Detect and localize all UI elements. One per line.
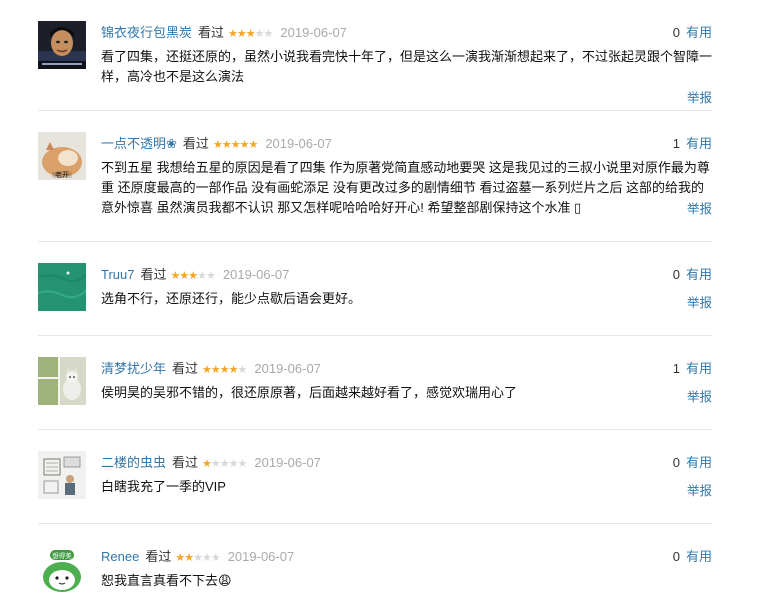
useful-button[interactable]: 有用 (686, 549, 712, 564)
star-icon: ★ (193, 551, 203, 564)
vote-count: 1 (672, 136, 680, 151)
man-portrait-avatar-icon[interactable] (38, 21, 86, 69)
star-icon: ★ (237, 457, 248, 470)
comment-item: Truu7 看过 ★★★★★ 2019-06-07 0 有用 选角不行，还原还行，能少点… (38, 242, 712, 336)
vote-area: 1 有用 (673, 135, 712, 153)
report-link[interactable]: 举报 (687, 484, 712, 498)
comment-item: 二楼的虫虫 看过 ★★★★★ 2019-06-07 0 有用 白瞎我充了一季的VIP 举… (38, 430, 712, 524)
comment-username[interactable]: 锦衣夜行包黑炭 (101, 25, 192, 40)
comment-date: 2019-06-07 (265, 136, 332, 151)
star-icon: ★ (230, 138, 241, 151)
flower-icon: ❀ (166, 136, 177, 151)
watch-status: 看过 (145, 549, 172, 564)
avatar-caption: 老开 (55, 170, 69, 179)
star-icon: ★ (202, 363, 212, 376)
comment-username[interactable]: 清梦扰少年 (101, 361, 166, 376)
rating-stars: ★★★★★ (175, 549, 221, 567)
vote-count: 1 (672, 361, 680, 376)
comment-item: 锦衣夜行包黑炭 看过 ★★★★★ 2019-06-07 0 有用 看了四集，还挺还原的，… (38, 0, 712, 111)
comment-text: 侯明昊的吴邪不错的，很还原原著，后面越来越好看了，感觉欢瑞用心了 (101, 385, 518, 400)
star-icon: ★ (237, 363, 248, 376)
star-icon: ★ (212, 138, 223, 151)
star-icon: ★ (202, 457, 212, 470)
watch-status: 看过 (182, 136, 209, 151)
comment-date: 2019-06-07 (227, 549, 295, 564)
rating-stars: ★★★★★ (202, 455, 248, 473)
rating-stars: ★★★★★ (228, 25, 274, 43)
star-icon: ★ (210, 363, 221, 376)
useful-button[interactable]: 有用 (686, 455, 712, 470)
star-icon: ★ (219, 457, 230, 470)
cat-avatar-icon[interactable]: 老开 (38, 132, 86, 180)
comment-date: 2019-06-07 (280, 25, 347, 40)
sketch-avatar-icon[interactable] (38, 451, 86, 499)
comment-item: 老开 一点不透明❀ 看过 ★★★★★ 2019-06-07 1 有用 不到五星 我想给五… (38, 111, 712, 242)
useful-button[interactable]: 有用 (686, 25, 712, 40)
star-icon: ★ (188, 269, 198, 282)
green-water-avatar-icon[interactable] (38, 263, 86, 311)
report-link[interactable]: 举报 (687, 91, 712, 105)
comment-date: 2019-06-07 (254, 361, 321, 376)
comment-date: 2019-06-07 (254, 455, 321, 470)
rating-stars: ★★★★★ (212, 136, 258, 154)
star-icon: ★ (254, 27, 265, 40)
star-icon: ★ (236, 27, 247, 40)
vote-count: 0 (672, 549, 680, 564)
star-icon: ★ (228, 457, 239, 470)
star-icon: ★ (228, 363, 239, 376)
avatar-caption: 想得美 (52, 551, 72, 560)
star-icon: ★ (197, 269, 207, 282)
report-link[interactable]: 举报 (687, 202, 712, 216)
star-icon: ★ (221, 138, 232, 151)
star-icon: ★ (248, 138, 258, 151)
vote-area: 0 有用 (673, 454, 712, 472)
watch-status: 看过 (140, 267, 167, 282)
rating-stars: ★★★★★ (202, 361, 248, 379)
watch-status: 看过 (172, 455, 199, 470)
comment-text: 白瞎我充了一季的VIP (101, 479, 226, 494)
window-cat-avatar-icon[interactable] (38, 357, 86, 405)
comment-text: 看了四集，还挺还原的，虽然小说我看完快十年了，但是这么一演我渐渐想起来了，不过张… (101, 49, 713, 84)
star-icon: ★ (175, 551, 185, 564)
vote-count: 0 (672, 25, 680, 40)
star-icon: ★ (245, 27, 256, 40)
comment-text: 不到五星 我想给五星的原因是看了四集 作为原著党简直感动地要哭 这是我见过的三叔… (101, 160, 710, 215)
comment-text: 选角不行，还原还行，能少点歇后语会更好。 (101, 291, 362, 306)
vote-area: 0 有用 (673, 266, 712, 284)
comment-list: 锦衣夜行包黑炭 看过 ★★★★★ 2019-06-07 0 有用 看了四集，还挺还原的，… (38, 0, 712, 604)
star-icon: ★ (179, 269, 189, 282)
comment-date: 2019-06-07 (222, 267, 290, 282)
vote-count: 0 (672, 267, 680, 282)
star-icon: ★ (263, 27, 274, 40)
comment-username[interactable]: Truu7 (101, 267, 134, 282)
star-icon: ★ (206, 269, 216, 282)
comment-username[interactable]: 二楼的虫虫 (101, 455, 166, 470)
vote-area: 1 有用 (673, 360, 712, 378)
vote-count: 0 (672, 455, 680, 470)
star-icon: ★ (210, 457, 221, 470)
vote-area: 0 有用 (673, 24, 712, 42)
star-icon: ★ (184, 551, 194, 564)
comment-item: 想得美 Renee 看过 ★★★★★ 2019-06-07 0 有用 恕我直言真看不下去… (38, 524, 712, 604)
star-icon: ★ (210, 551, 221, 564)
comment-item: 清梦扰少年 看过 ★★★★★ 2019-06-07 1 有用 侯明昊的吴邪不错的，很还原… (38, 336, 712, 430)
comment-username[interactable]: 一点不透明 (101, 136, 166, 151)
comment-text: 恕我直言真看不下去😩 (101, 573, 232, 588)
report-link[interactable]: 举报 (687, 390, 712, 404)
star-icon: ★ (228, 27, 238, 40)
watch-status: 看过 (198, 25, 225, 40)
star-icon: ★ (219, 363, 230, 376)
watch-status: 看过 (172, 361, 199, 376)
star-icon: ★ (201, 551, 212, 564)
green-cartoon-avatar-icon[interactable]: 想得美 (38, 545, 86, 593)
comment-username[interactable]: Renee (101, 549, 139, 564)
vote-area: 0 有用 (673, 548, 712, 566)
rating-stars: ★★★★★ (171, 267, 216, 285)
useful-button[interactable]: 有用 (686, 136, 712, 151)
report-link[interactable]: 举报 (687, 296, 712, 310)
useful-button[interactable]: 有用 (686, 267, 712, 282)
useful-button[interactable]: 有用 (686, 361, 712, 376)
